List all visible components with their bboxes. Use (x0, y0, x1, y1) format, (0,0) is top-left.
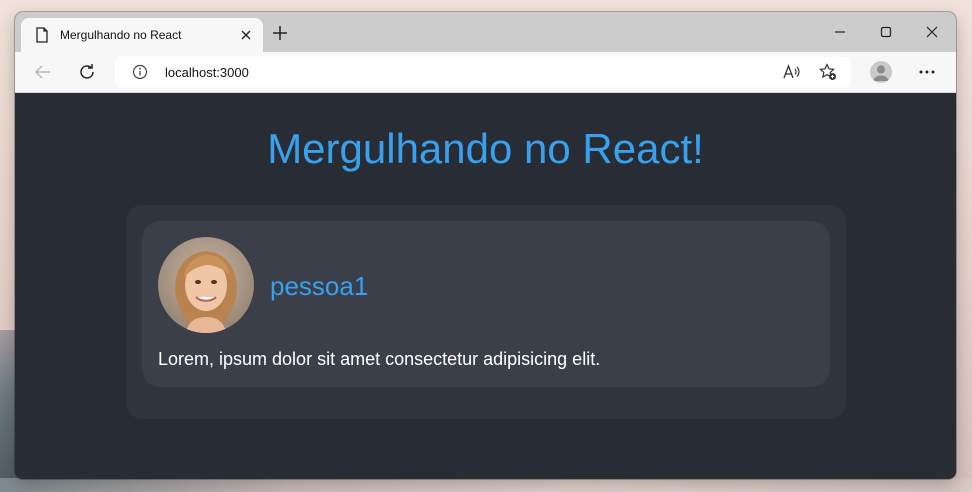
browser-tab[interactable]: Mergulhando no React (21, 18, 263, 52)
page-title: Mergulhando no React! (267, 125, 704, 172)
avatar (158, 237, 254, 333)
profile-avatar-icon[interactable] (870, 61, 892, 83)
plus-icon[interactable] (271, 24, 289, 42)
desktop-wallpaper-bottom (0, 478, 972, 492)
browser-titlebar: Mergulhando no React (15, 12, 956, 52)
page-content: Mergulhando no React! pessoa1 Lorem, ips… (15, 93, 956, 479)
post-text: Lorem, ipsum dolor sit amet consectetur … (158, 349, 601, 369)
address-bar[interactable]: localhost:3000 (115, 57, 851, 87)
read-aloud-icon[interactable] (783, 63, 801, 81)
browser-window: Mergulhando no React localhost:3000 Merg… (15, 12, 956, 479)
more-options-icon[interactable] (917, 62, 937, 82)
refresh-icon[interactable] (77, 62, 97, 82)
maximize-icon[interactable] (871, 22, 901, 42)
post-card: pessoa1 Lorem, ipsum dolor sit amet cons… (142, 221, 830, 387)
page-icon (35, 27, 49, 43)
window-close-icon[interactable] (917, 22, 947, 42)
post-username[interactable]: pessoa1 (270, 271, 368, 302)
close-icon[interactable] (237, 26, 255, 44)
info-icon[interactable] (131, 63, 149, 81)
minimize-icon[interactable] (825, 22, 855, 42)
browser-toolbar: localhost:3000 (15, 52, 956, 93)
url-text: localhost:3000 (165, 65, 249, 80)
favorite-add-icon[interactable] (819, 63, 837, 81)
feed-container: pessoa1 Lorem, ipsum dolor sit amet cons… (126, 205, 846, 419)
tab-title: Mergulhando no React (60, 28, 182, 42)
back-arrow-icon[interactable] (33, 62, 53, 82)
